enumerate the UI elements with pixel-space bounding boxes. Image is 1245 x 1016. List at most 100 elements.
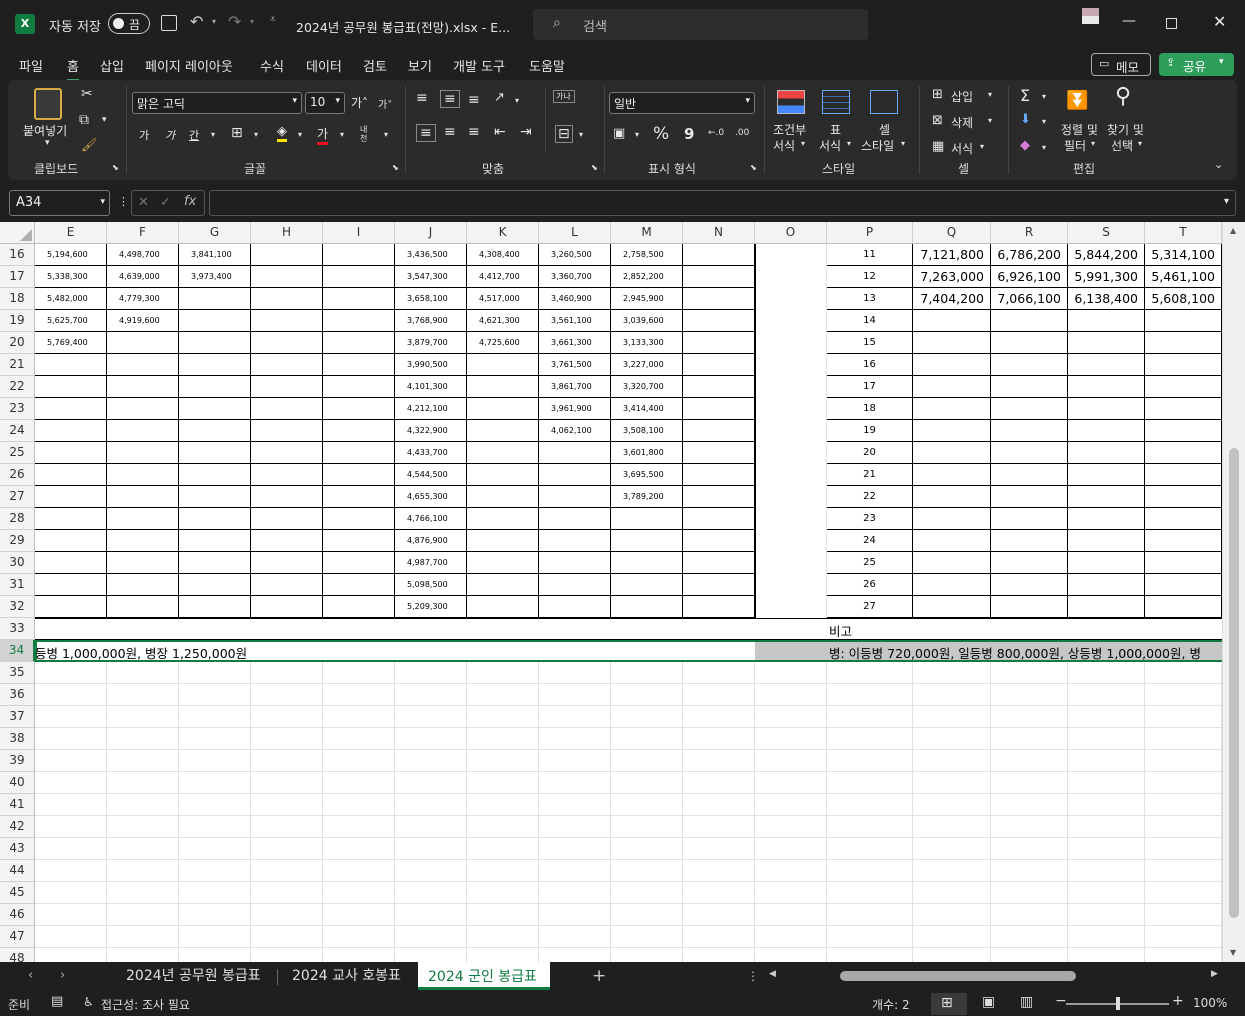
cell-L17[interactable]: 3,360,700 xyxy=(539,266,611,288)
cell-styles-icon[interactable] xyxy=(870,90,898,114)
cell-I32[interactable] xyxy=(323,596,395,618)
zoom-out-icon[interactable]: − xyxy=(1055,993,1067,1009)
cell-E40[interactable] xyxy=(35,772,107,794)
cell-P17[interactable]: 12 xyxy=(827,266,913,288)
wrap-text-button[interactable]: 가나 xyxy=(553,90,575,103)
cell-G40[interactable] xyxy=(179,772,251,794)
tab-options-icon[interactable]: ⋮ xyxy=(747,969,759,983)
cell-P26[interactable]: 21 xyxy=(827,464,913,486)
cell-K23[interactable] xyxy=(467,398,539,420)
cell-N32[interactable] xyxy=(683,596,755,618)
row-header-29[interactable]: 29 xyxy=(0,530,35,552)
cell-I18[interactable] xyxy=(323,288,395,310)
cell-H37[interactable] xyxy=(251,706,323,728)
cell-R43[interactable] xyxy=(991,838,1068,860)
cell-K21[interactable] xyxy=(467,354,539,376)
cell-M40[interactable] xyxy=(611,772,683,794)
cell-Q42[interactable] xyxy=(913,816,991,838)
row-header-32[interactable]: 32 xyxy=(0,596,35,618)
cell-R41[interactable] xyxy=(991,794,1068,816)
cell-P36[interactable] xyxy=(827,684,913,706)
cell-P41[interactable] xyxy=(827,794,913,816)
cell-K19[interactable]: 4,621,300 xyxy=(467,310,539,332)
prev-sheet-icon[interactable]: ‹ xyxy=(28,968,33,983)
cell-G18[interactable] xyxy=(179,288,251,310)
cell-J37[interactable] xyxy=(395,706,467,728)
cell-T45[interactable] xyxy=(1145,882,1222,904)
cell-R28[interactable] xyxy=(991,508,1068,530)
conditional-format-label2[interactable]: 서식 xyxy=(773,137,795,154)
cell-Q25[interactable] xyxy=(913,442,991,464)
cell-F30[interactable] xyxy=(107,552,179,574)
cell-T30[interactable] xyxy=(1145,552,1222,574)
cell-E39[interactable] xyxy=(35,750,107,772)
cell-L45[interactable] xyxy=(539,882,611,904)
cell-T20[interactable] xyxy=(1145,332,1222,354)
row-header-16[interactable]: 16 xyxy=(0,244,35,266)
cell-E24[interactable] xyxy=(35,420,107,442)
cell-J18[interactable]: 3,658,100 xyxy=(395,288,467,310)
cell-N42[interactable] xyxy=(683,816,755,838)
row-header-45[interactable]: 45 xyxy=(0,882,35,904)
cell-Q43[interactable] xyxy=(913,838,991,860)
page-break-view-icon[interactable]: ▥ xyxy=(1020,994,1033,1010)
cell-L38[interactable] xyxy=(539,728,611,750)
redo-dropdown-icon[interactable]: ▾ xyxy=(250,17,254,26)
cell-Q22[interactable] xyxy=(913,376,991,398)
cell-S16[interactable]: 5,844,200 xyxy=(1068,244,1145,266)
cell-S19[interactable] xyxy=(1068,310,1145,332)
cell-J32[interactable]: 5,209,300 xyxy=(395,596,467,618)
cell-N47[interactable] xyxy=(683,926,755,948)
cell-N17[interactable] xyxy=(683,266,755,288)
cell-I23[interactable] xyxy=(323,398,395,420)
cell-T37[interactable] xyxy=(1145,706,1222,728)
search-box[interactable]: ⌕ 검색 xyxy=(533,9,868,40)
cell-P31[interactable]: 26 xyxy=(827,574,913,596)
cell-G46[interactable] xyxy=(179,904,251,926)
comma-button[interactable]: 9 xyxy=(684,125,694,143)
cell-T17[interactable]: 5,461,100 xyxy=(1145,266,1222,288)
cell-R38[interactable] xyxy=(991,728,1068,750)
cell-K38[interactable] xyxy=(467,728,539,750)
fill-dropdown-icon[interactable]: ▾ xyxy=(1042,117,1046,126)
cell-T28[interactable] xyxy=(1145,508,1222,530)
copy-dropdown-icon[interactable]: ▾ xyxy=(102,115,107,125)
cell-P48[interactable] xyxy=(827,948,913,962)
cell-G23[interactable] xyxy=(179,398,251,420)
column-header-H[interactable]: H xyxy=(251,222,323,244)
vertical-scroll-thumb[interactable] xyxy=(1229,448,1239,918)
cell-F22[interactable] xyxy=(107,376,179,398)
cell-P24[interactable]: 19 xyxy=(827,420,913,442)
cell-N21[interactable] xyxy=(683,354,755,376)
cell-F18[interactable]: 4,779,300 xyxy=(107,288,179,310)
cell-K44[interactable] xyxy=(467,860,539,882)
cell-H27[interactable] xyxy=(251,486,323,508)
cell-J24[interactable]: 4,322,900 xyxy=(395,420,467,442)
cell-J42[interactable] xyxy=(395,816,467,838)
cell-F19[interactable]: 4,919,600 xyxy=(107,310,179,332)
cell-K32[interactable] xyxy=(467,596,539,618)
cell-F44[interactable] xyxy=(107,860,179,882)
cell-R26[interactable] xyxy=(991,464,1068,486)
cell-T16[interactable]: 5,314,100 xyxy=(1145,244,1222,266)
cell-P40[interactable] xyxy=(827,772,913,794)
cell-G47[interactable] xyxy=(179,926,251,948)
increase-decimal-button[interactable]: ←.0 xyxy=(708,128,724,138)
cell-I22[interactable] xyxy=(323,376,395,398)
cell-P16[interactable]: 11 xyxy=(827,244,913,266)
formula-input[interactable]: ▾ xyxy=(209,190,1236,216)
cell-M41[interactable] xyxy=(611,794,683,816)
cell-Q45[interactable] xyxy=(913,882,991,904)
cell-F37[interactable] xyxy=(107,706,179,728)
cell-G26[interactable] xyxy=(179,464,251,486)
cell-G25[interactable] xyxy=(179,442,251,464)
accessibility-status[interactable]: 접근성: 조사 필요 xyxy=(101,996,190,1013)
paste-label[interactable]: 붙여넣기 xyxy=(23,122,67,139)
cell-E42[interactable] xyxy=(35,816,107,838)
clear-dropdown-icon[interactable]: ▾ xyxy=(1042,143,1046,152)
cell-P29[interactable]: 24 xyxy=(827,530,913,552)
cell-L19[interactable]: 3,561,100 xyxy=(539,310,611,332)
row-header-43[interactable]: 43 xyxy=(0,838,35,860)
cell-I48[interactable] xyxy=(323,948,395,962)
find-select-label2[interactable]: 선택 xyxy=(1111,137,1133,154)
